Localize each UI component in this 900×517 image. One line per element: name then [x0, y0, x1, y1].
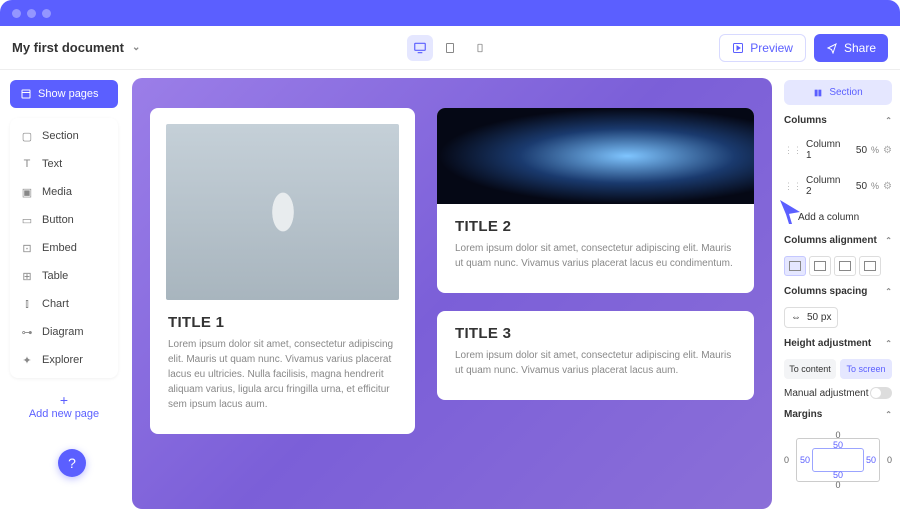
diagram-icon: ⊶: [20, 325, 34, 339]
element-button[interactable]: ▭Button: [10, 206, 118, 234]
element-section[interactable]: ▢Section: [10, 122, 118, 150]
card-2-image: [437, 108, 754, 204]
chevron-up-icon: ⌃: [885, 287, 892, 296]
card-2[interactable]: TITLE 2 Lorem ipsum dolor sit amet, cons…: [437, 108, 754, 293]
embed-icon: ⊡: [20, 241, 34, 255]
help-button[interactable]: ?: [58, 449, 86, 477]
table-icon: ⊞: [20, 269, 34, 283]
height-to-content-tab[interactable]: To content: [784, 359, 836, 379]
elements-list: ▢Section TText ▣Media ▭Button ⊡Embed ⊞Ta…: [10, 118, 118, 378]
columns-icon: [813, 88, 823, 98]
window-titlebar: [0, 0, 900, 26]
card-2-title: TITLE 2: [455, 218, 736, 235]
chevron-up-icon: ⌃: [885, 410, 892, 419]
element-diagram[interactable]: ⊶Diagram: [10, 318, 118, 346]
mobile-view-button[interactable]: [467, 35, 493, 61]
explorer-icon: ✦: [20, 353, 34, 367]
drag-handle-icon[interactable]: ⋮⋮: [784, 145, 802, 156]
spacing-input[interactable]: ⇔ 50 px: [784, 307, 838, 328]
preview-button[interactable]: Preview: [719, 34, 806, 62]
traffic-light-max[interactable]: [42, 9, 51, 18]
element-text[interactable]: TText: [10, 150, 118, 178]
element-embed[interactable]: ⊡Embed: [10, 234, 118, 262]
share-icon: [826, 42, 838, 54]
properties-panel: Section Columns ⌃ ⋮⋮ Column 1 50 % ⚙ ⋮⋮ …: [776, 70, 900, 517]
align-middle-button[interactable]: [809, 256, 831, 276]
manual-adjustment-toggle[interactable]: [870, 387, 892, 399]
text-icon: T: [20, 157, 34, 171]
chevron-down-icon: ⌄: [132, 42, 140, 53]
button-icon: ▭: [20, 213, 34, 227]
margins-section-header[interactable]: Margins ⌃: [784, 407, 892, 422]
media-icon: ▣: [20, 185, 34, 199]
top-toolbar: My first document ⌄ Preview Share: [0, 26, 900, 70]
gear-icon[interactable]: ⚙: [883, 181, 892, 192]
columns-section-header[interactable]: Columns ⌃: [784, 113, 892, 128]
drag-handle-icon[interactable]: ⋮⋮: [784, 181, 802, 192]
spacing-section-header[interactable]: Columns spacing ⌃: [784, 284, 892, 299]
card-3-text: Lorem ipsum dolor sit amet, consectetur …: [455, 348, 736, 378]
column-2-row[interactable]: ⋮⋮ Column 2 50 % ⚙: [784, 172, 892, 200]
align-stretch-button[interactable]: [859, 256, 881, 276]
element-chart[interactable]: ⫾Chart: [10, 290, 118, 318]
column-1-row[interactable]: ⋮⋮ Column 1 50 % ⚙: [784, 136, 892, 164]
viewport-switcher: [407, 35, 493, 61]
card-3[interactable]: TITLE 3 Lorem ipsum dolor sit amet, cons…: [437, 311, 754, 400]
element-explorer[interactable]: ✦Explorer: [10, 346, 118, 374]
alignment-section-header[interactable]: Columns alignment ⌃: [784, 233, 892, 248]
document-title-dropdown[interactable]: My first document ⌄: [12, 40, 140, 55]
gear-icon[interactable]: ⚙: [883, 145, 892, 156]
height-section-header[interactable]: Height adjustment ⌃: [784, 336, 892, 351]
traffic-light-close[interactable]: [12, 9, 21, 18]
plus-icon: +: [14, 392, 114, 408]
element-table[interactable]: ⊞Table: [10, 262, 118, 290]
show-pages-button[interactable]: Show pages: [10, 80, 118, 108]
card-2-text: Lorem ipsum dolor sit amet, consectetur …: [455, 241, 736, 271]
add-new-page-button[interactable]: + Add new page: [10, 388, 118, 424]
canvas[interactable]: TITLE 1 Lorem ipsum dolor sit amet, cons…: [132, 78, 772, 509]
element-media[interactable]: ▣Media: [10, 178, 118, 206]
margins-editor[interactable]: 0 50 0 50 50 0 50 0: [784, 430, 892, 490]
chevron-up-icon: ⌃: [885, 236, 892, 245]
section-icon: ▢: [20, 129, 34, 143]
manual-adjustment-label: Manual adjustment: [784, 388, 869, 399]
desktop-view-button[interactable]: [407, 35, 433, 61]
chevron-up-icon: ⌃: [885, 116, 892, 125]
align-bottom-button[interactable]: [834, 256, 856, 276]
card-1-text: Lorem ipsum dolor sit amet, consectetur …: [168, 337, 397, 412]
document-title: My first document: [12, 40, 124, 55]
add-column-button[interactable]: Add a column: [784, 208, 892, 225]
spacing-icon: ⇔: [791, 312, 801, 323]
chart-icon: ⫾: [20, 297, 34, 311]
card-3-title: TITLE 3: [455, 325, 736, 342]
section-indicator[interactable]: Section: [784, 80, 892, 105]
card-1[interactable]: TITLE 1 Lorem ipsum dolor sit amet, cons…: [150, 108, 415, 434]
card-1-image: [166, 124, 399, 300]
card-1-title: TITLE 1: [168, 314, 397, 331]
chevron-up-icon: ⌃: [885, 339, 892, 348]
height-to-screen-tab[interactable]: To screen: [840, 359, 892, 379]
play-icon: [732, 42, 744, 54]
tablet-view-button[interactable]: [437, 35, 463, 61]
share-button[interactable]: Share: [814, 34, 888, 62]
traffic-light-min[interactable]: [27, 9, 36, 18]
align-top-button[interactable]: [784, 256, 806, 276]
cursor-icon: [780, 200, 800, 224]
pages-icon: [20, 88, 32, 100]
